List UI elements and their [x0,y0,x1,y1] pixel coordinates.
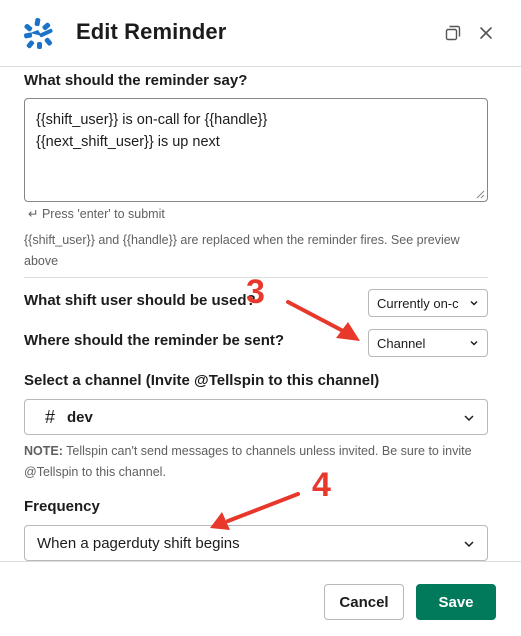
placeholder-help-text: {{shift_user}} and {{handle}} are replac… [24,233,460,268]
note-text: Tellspin can't send messages to channels… [24,444,472,479]
resize-grip-icon[interactable] [475,189,485,199]
shift-user-label: What shift user should be used? [24,292,256,309]
modal-body: What should the reminder say? {{shift_us… [0,67,521,561]
frequency-selected: When a pagerduty shift begins [37,534,240,552]
destination-label: Where should the reminder be sent? [24,332,285,349]
edit-reminder-modal: Edit Reminder What should the reminder s… [0,0,521,636]
hash-icon: # [45,406,56,427]
chevron-down-icon [470,301,478,306]
close-button[interactable] [473,20,499,46]
message-label: What should the reminder say? [24,72,248,89]
shift-user-selected: Currently on-c [377,295,459,311]
channel-label: Select a channel (Invite @Tellspin to th… [24,372,380,389]
annotation-step-3: 3 [246,273,265,311]
annotation-step-4: 4 [312,466,331,504]
frequency-label: Frequency [24,498,100,515]
save-button[interactable]: Save [416,584,496,620]
destination-select[interactable]: Channel [368,329,488,357]
channel-note: NOTE: Tellspin can't send messages to ch… [24,441,484,483]
shift-user-select[interactable]: Currently on-c [368,289,488,317]
frequency-select[interactable]: When a pagerduty shift begins [24,525,488,561]
cancel-button[interactable]: Cancel [324,584,404,620]
modal-title: Edit Reminder [76,19,227,44]
destination-selected: Channel [377,335,426,351]
submit-hint: ↵ Press 'enter' to submit [28,207,165,221]
chevron-down-icon [470,341,478,346]
note-label: NOTE: [24,444,63,458]
message-textarea[interactable]: {{shift_user}} is on-call for {{handle}}… [24,98,488,202]
message-line-2: {{next_shift_user}} is up next [36,134,220,150]
chevron-down-icon [464,541,474,548]
tellspin-logo-icon [24,18,53,49]
message-line-1: {{shift_user}} is on-call for {{handle}} [36,112,268,128]
channel-select[interactable]: # dev [24,399,488,435]
chevron-down-icon [464,415,474,422]
channel-selected: dev [67,408,93,426]
modal-footer: Cancel Save [0,561,521,636]
close-icon [480,27,492,39]
expand-window-button[interactable] [440,20,466,46]
expand-window-icon [445,25,461,41]
modal-header: Edit Reminder [0,0,521,67]
